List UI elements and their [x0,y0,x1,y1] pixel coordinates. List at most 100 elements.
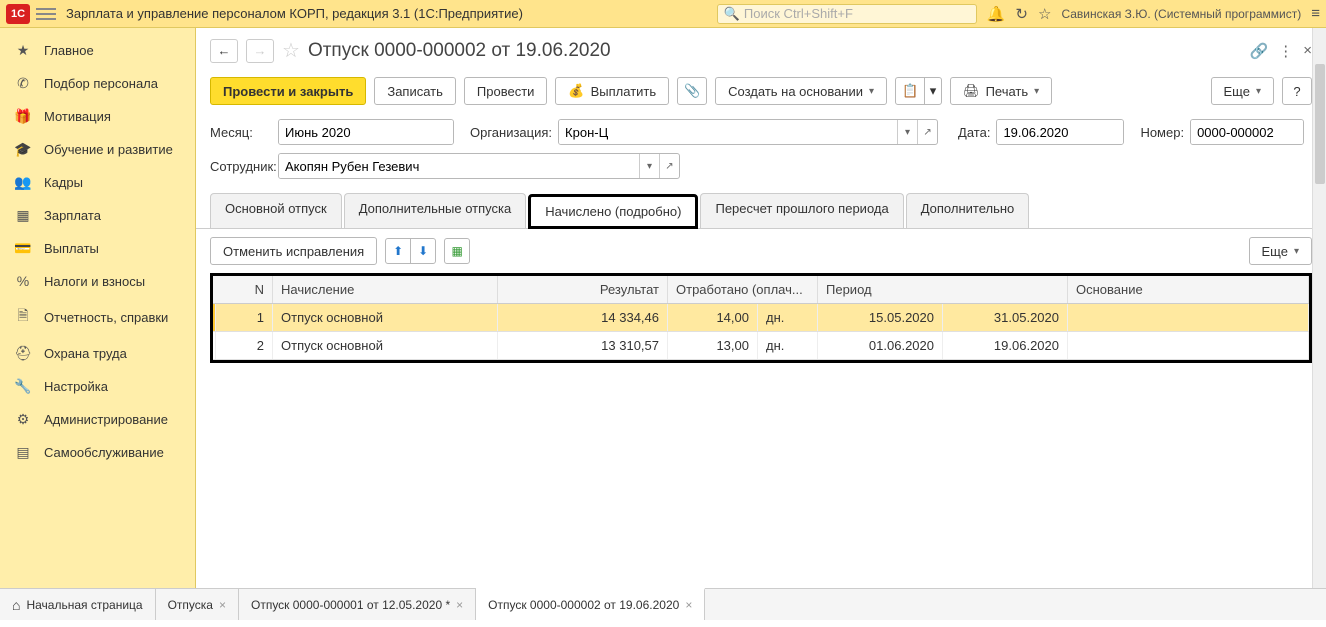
favorite-star[interactable]: ☆ [282,38,300,63]
create-based-button[interactable]: Создать на основании [715,77,887,105]
sidebar-icon: 🔧 [14,378,32,395]
sidebar-icon: ✆ [14,75,32,92]
home-icon: ⌂ [12,597,20,613]
attach-button[interactable]: 📎 [677,77,707,105]
sidebar-item-10[interactable]: 🔧 Настройка [0,370,195,403]
col-header-worked[interactable]: Отработано (оплач... [668,276,818,303]
employee-input[interactable] [279,154,639,178]
forward-button[interactable]: → [246,39,274,63]
search-icon: 🔍 [724,6,740,22]
sidebar-item-label: Обучение и развитие [44,142,173,157]
sidebar-icon: ⚙ [14,411,32,428]
tab-4[interactable]: Дополнительно [906,193,1030,228]
post-and-close-button[interactable]: Провести и закрыть [210,77,366,105]
sidebar-item-9[interactable]: ⛑ Охрана труда [0,337,195,370]
sidebar-item-label: Самообслуживание [44,445,164,460]
search-input[interactable]: 🔍 Поиск Ctrl+Shift+F [717,4,977,24]
close-tab-icon[interactable]: × [456,598,463,612]
sidebar-item-11[interactable]: ⚙ Администрирование [0,403,195,436]
more-icon[interactable]: ⋮ [1278,42,1293,60]
close-tab-icon[interactable]: × [685,598,692,612]
sidebar-icon: 🎁 [14,108,32,125]
sidebar-item-6[interactable]: 💳Выплаты [0,232,195,265]
save-button[interactable]: Записать [374,77,456,105]
doc-title: Отпуск 0000-000002 от 19.06.2020 [308,40,611,62]
employee-dropdown[interactable]: ▾ [639,154,659,178]
tab-3[interactable]: Пересчет прошлого периода [700,193,903,228]
star-icon[interactable]: ☆ [1038,5,1051,23]
month-input[interactable] [279,120,454,144]
month-label: Месяц: [210,125,272,140]
accruals-table: N Начисление Результат Отработано (оплач… [210,273,1312,363]
table-row[interactable]: 1Отпуск основной14 334,4614,00дн.15.05.2… [213,304,1309,332]
cancel-corrections-button[interactable]: Отменить исправления [210,237,377,265]
sidebar-item-4[interactable]: 👥Кадры [0,166,195,199]
tab-more-button[interactable]: Еще [1249,237,1312,265]
sidebar-item-label: Администрирование [44,412,168,427]
sidebar-item-label: Зарплата [44,208,101,223]
history-icon[interactable]: ↻ [1015,5,1028,23]
window-tab-2[interactable]: Отпуск 0000-000001 от 12.05.2020 *× [239,589,476,620]
table-row[interactable]: 2Отпуск основной13 310,5713,00дн.01.06.2… [213,332,1309,360]
number-label: Номер: [1140,125,1184,140]
pay-button[interactable]: 💰Выплатить [555,77,669,105]
col-header-result[interactable]: Результат [498,276,668,303]
org-dropdown[interactable]: ▾ [897,120,917,144]
date-input[interactable] [997,120,1124,144]
col-header-basis[interactable]: Основание [1068,276,1309,303]
sidebar-icon: 🎓 [14,141,32,158]
bell-icon[interactable]: 🔔 [987,5,1006,23]
close-tab-icon[interactable]: × [219,598,226,612]
window-tab-label: Отпуск 0000-000002 от 19.06.2020 [488,598,679,612]
window-tab-label: Отпуска [168,598,213,612]
settings-lines-icon[interactable]: ≡ [1311,5,1320,22]
post-button[interactable]: Провести [464,77,548,105]
org-open[interactable]: ↗ [917,120,937,144]
org-input[interactable] [559,120,897,144]
number-input[interactable] [1191,120,1304,144]
main-menu-button[interactable] [36,8,56,20]
sidebar-item-3[interactable]: 🎓 Обучение и развитие [0,133,195,166]
vertical-scrollbar[interactable] [1312,28,1326,588]
tab-0[interactable]: Основной отпуск [210,193,342,228]
sidebar-item-1[interactable]: ✆Подбор персонала [0,67,195,100]
copy-dropdown-button[interactable]: ▾ [924,77,942,105]
employee-label: Сотрудник: [210,159,272,174]
col-header-n[interactable]: N [213,276,273,303]
window-tab-0[interactable]: ⌂ Начальная страница [0,589,156,620]
more-button[interactable]: Еще [1211,77,1274,105]
close-icon[interactable]: × [1303,42,1312,60]
sidebar-icon: ⛑ [14,345,32,362]
move-up-button[interactable]: ⬆ [385,238,411,264]
sidebar-item-2[interactable]: 🎁Мотивация [0,100,195,133]
help-button[interactable]: ? [1282,77,1312,105]
col-header-period[interactable]: Период [818,276,1068,303]
move-down-button[interactable]: ⬇ [410,238,436,264]
user-name[interactable]: Савинская З.Ю. (Системный программист) [1061,7,1301,21]
sidebar-item-label: Охрана труда [44,346,127,361]
logo-icon: 1C [6,4,30,24]
show-details-button[interactable]: ▦ [444,238,470,264]
print-button[interactable]: 🖨Печать [950,77,1052,105]
copy-icon-button[interactable]: 📋 [895,77,925,105]
sidebar-item-12[interactable]: ▤ Самообслуживание [0,436,195,469]
window-tab-3[interactable]: Отпуск 0000-000002 от 19.06.2020 × [476,588,705,620]
col-header-name[interactable]: Начисление [273,276,498,303]
sidebar-icon: % [14,273,32,289]
sidebar-item-8[interactable]: 🗎Отчетность, справки [0,297,195,337]
sidebar-icon: ▤ [14,444,32,461]
sidebar-item-5[interactable]: ▦ Зарплата [0,199,195,232]
link-icon[interactable]: 🔗 [1250,42,1269,60]
window-tab-label: Начальная страница [26,598,142,612]
sidebar-item-0[interactable]: ★Главное [0,34,195,67]
window-tab-1[interactable]: Отпуска × [156,589,239,620]
employee-open[interactable]: ↗ [659,154,679,178]
sidebar-item-label: Настройка [44,379,108,394]
sidebar-icon: 👥 [14,174,32,191]
sidebar-icon: ▦ [14,207,32,224]
tab-1[interactable]: Дополнительные отпуска [344,193,527,228]
back-button[interactable]: ← [210,39,238,63]
tab-2[interactable]: Начислено (подробно) [528,194,698,229]
sidebar-item-label: Главное [44,43,94,58]
sidebar-item-7[interactable]: %Налоги и взносы [0,265,195,297]
